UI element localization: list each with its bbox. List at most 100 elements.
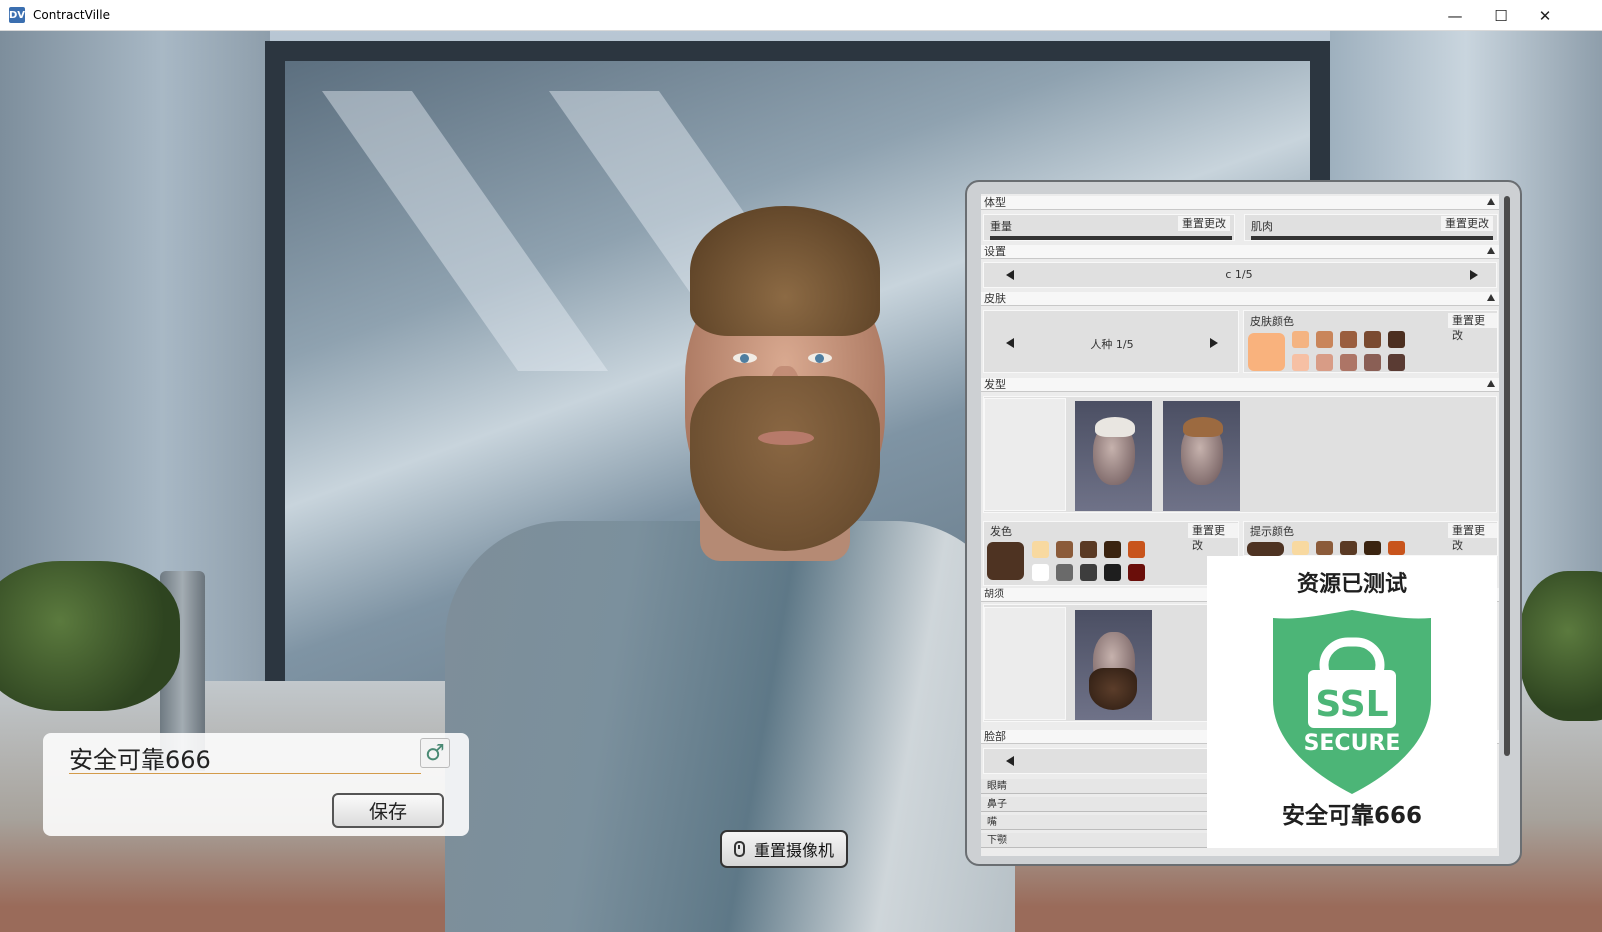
collapse-icon[interactable] [1487, 294, 1495, 301]
section-title-beard: 胡须 [984, 589, 1004, 600]
hair-color-label: 发色 [990, 525, 1012, 538]
character-torso [445, 521, 1015, 932]
skin-color-swatch[interactable] [1316, 354, 1333, 371]
tip-color-selected-swatch [1247, 542, 1284, 556]
weight-slider-box: 重量 重置更改 [983, 214, 1235, 241]
skin-color-swatch[interactable] [1292, 354, 1309, 371]
face-row-jaw[interactable]: 下颚 [981, 833, 1211, 848]
watermark-footer: 安全可靠666 [1281, 803, 1422, 829]
tip-color-swatch[interactable] [1340, 541, 1357, 555]
tip-color-swatch[interactable] [1292, 541, 1309, 555]
face-row-eyes[interactable]: 眼睛 [981, 779, 1211, 794]
section-title-hairstyle: 发型 [984, 378, 1006, 391]
hair-color-swatch[interactable] [1080, 564, 1097, 581]
gender-male-icon[interactable]: ♂ [420, 738, 450, 768]
maximize-icon[interactable]: ☐ [1478, 0, 1524, 31]
character-name-input[interactable] [69, 741, 421, 774]
section-header-preset[interactable]: 设置 [981, 245, 1499, 259]
hair-color-swatch[interactable] [1128, 541, 1145, 558]
title-bar: DV ContractVille — ☐ ✕ [0, 0, 1602, 31]
preset-next-icon[interactable] [1470, 270, 1478, 280]
app-icon: DV [9, 7, 25, 23]
skin-color-swatch[interactable] [1340, 354, 1357, 371]
skin-color-swatch[interactable] [1292, 331, 1309, 348]
save-button[interactable]: 保存 [332, 793, 444, 828]
minimize-icon[interactable]: — [1432, 0, 1478, 31]
character-hair [690, 206, 880, 336]
hair-color-selected-swatch [987, 542, 1024, 580]
hair-color-swatch[interactable] [1032, 564, 1049, 581]
tip-color-swatch[interactable] [1364, 541, 1381, 555]
face-row-mouth[interactable]: 嘴 [981, 815, 1211, 830]
character-beard [690, 376, 880, 551]
model-hair [1183, 417, 1223, 437]
hairstyle-option-thumbnail[interactable] [1163, 401, 1240, 511]
weight-slider[interactable] [990, 236, 1232, 240]
hair-color-swatch[interactable] [1056, 541, 1073, 558]
hair-color-swatch[interactable] [1080, 541, 1097, 558]
beard-option-thumbnail[interactable] [1075, 610, 1152, 720]
reset-camera-label: 重置摄像机 [753, 841, 834, 860]
mouse-icon [733, 841, 745, 857]
hair-color-swatch[interactable] [1128, 564, 1145, 581]
section-title-body: 体型 [984, 196, 1006, 209]
skin-color-swatch[interactable] [1316, 331, 1333, 348]
skin-color-swatch[interactable] [1364, 331, 1381, 348]
hairstyle-option-none[interactable] [984, 398, 1066, 511]
hairstyle-option-thumbnail[interactable] [1075, 401, 1152, 511]
tip-color-reset-button[interactable]: 重置更改 [1448, 523, 1497, 552]
section-header-body[interactable]: 体型 [981, 196, 1499, 210]
tip-color-label: 提示颜色 [1250, 525, 1294, 538]
weight-reset-button[interactable]: 重置更改 [1178, 216, 1230, 231]
character-mouth [758, 431, 814, 445]
close-icon[interactable]: ✕ [1522, 0, 1568, 31]
hair-color-swatch[interactable] [1032, 541, 1049, 558]
muscle-reset-button[interactable]: 重置更改 [1441, 216, 1493, 231]
section-header-skin[interactable]: 皮肤 [981, 292, 1499, 306]
collapse-icon[interactable] [1487, 380, 1495, 387]
race-selector: 人种 1/5 [983, 310, 1239, 373]
badge-text-ssl: SSL [1315, 684, 1388, 725]
beard-option-none[interactable] [984, 607, 1066, 720]
section-header-hairstyle[interactable]: 发型 [981, 378, 1499, 392]
face-prev-icon[interactable] [1006, 756, 1014, 766]
skin-color-swatch[interactable] [1388, 331, 1405, 348]
tip-color-swatch[interactable] [1388, 541, 1405, 555]
skin-color-swatch[interactable] [1364, 354, 1381, 371]
section-title-face: 脸部 [984, 730, 1006, 743]
hair-color-swatch[interactable] [1104, 564, 1121, 581]
character-right-eye [808, 353, 832, 363]
preset-selector: c 1/5 [983, 262, 1497, 288]
skin-color-reset-button[interactable]: 重置更改 [1448, 313, 1497, 342]
face-row-nose[interactable]: 鼻子 [981, 797, 1211, 812]
badge-text-secure: SECURE [1304, 731, 1401, 756]
panel-scrollbar[interactable] [1504, 196, 1510, 756]
window-title: ContractVille [33, 8, 110, 22]
ssl-secure-watermark: 资源已测试 SSL SECURE 安全可靠666 [1207, 556, 1497, 848]
collapse-icon[interactable] [1487, 198, 1495, 205]
hair-color-swatch[interactable] [1104, 541, 1121, 558]
skin-color-swatch[interactable] [1388, 354, 1405, 371]
collapse-icon[interactable] [1487, 247, 1495, 254]
preset-prev-icon[interactable] [1006, 270, 1014, 280]
skin-color-swatch[interactable] [1340, 331, 1357, 348]
race-prev-icon[interactable] [1006, 338, 1014, 348]
ssl-shield-icon: SSL SECURE [1273, 610, 1431, 794]
model-hair [1095, 417, 1135, 437]
hair-color-swatch[interactable] [1056, 564, 1073, 581]
race-next-icon[interactable] [1210, 338, 1218, 348]
reset-camera-button[interactable]: 重置摄像机 [720, 830, 848, 868]
tip-color-swatch[interactable] [1316, 541, 1333, 555]
muscle-label: 肌肉 [1251, 220, 1273, 233]
hairstyle-grid [983, 396, 1497, 513]
skin-color-selected-swatch [1248, 333, 1285, 371]
section-title-skin: 皮肤 [984, 292, 1006, 305]
hair-color-reset-button[interactable]: 重置更改 [1188, 523, 1238, 552]
character-left-eye [733, 353, 757, 363]
section-title-preset: 设置 [984, 245, 1006, 258]
tip-color-box: 提示颜色 重置更改 [1243, 521, 1498, 556]
muscle-slider-box: 肌肉 重置更改 [1244, 214, 1498, 241]
muscle-slider[interactable] [1251, 236, 1493, 240]
preset-value: c 1/5 [1225, 268, 1253, 281]
background-bush [1520, 571, 1602, 721]
